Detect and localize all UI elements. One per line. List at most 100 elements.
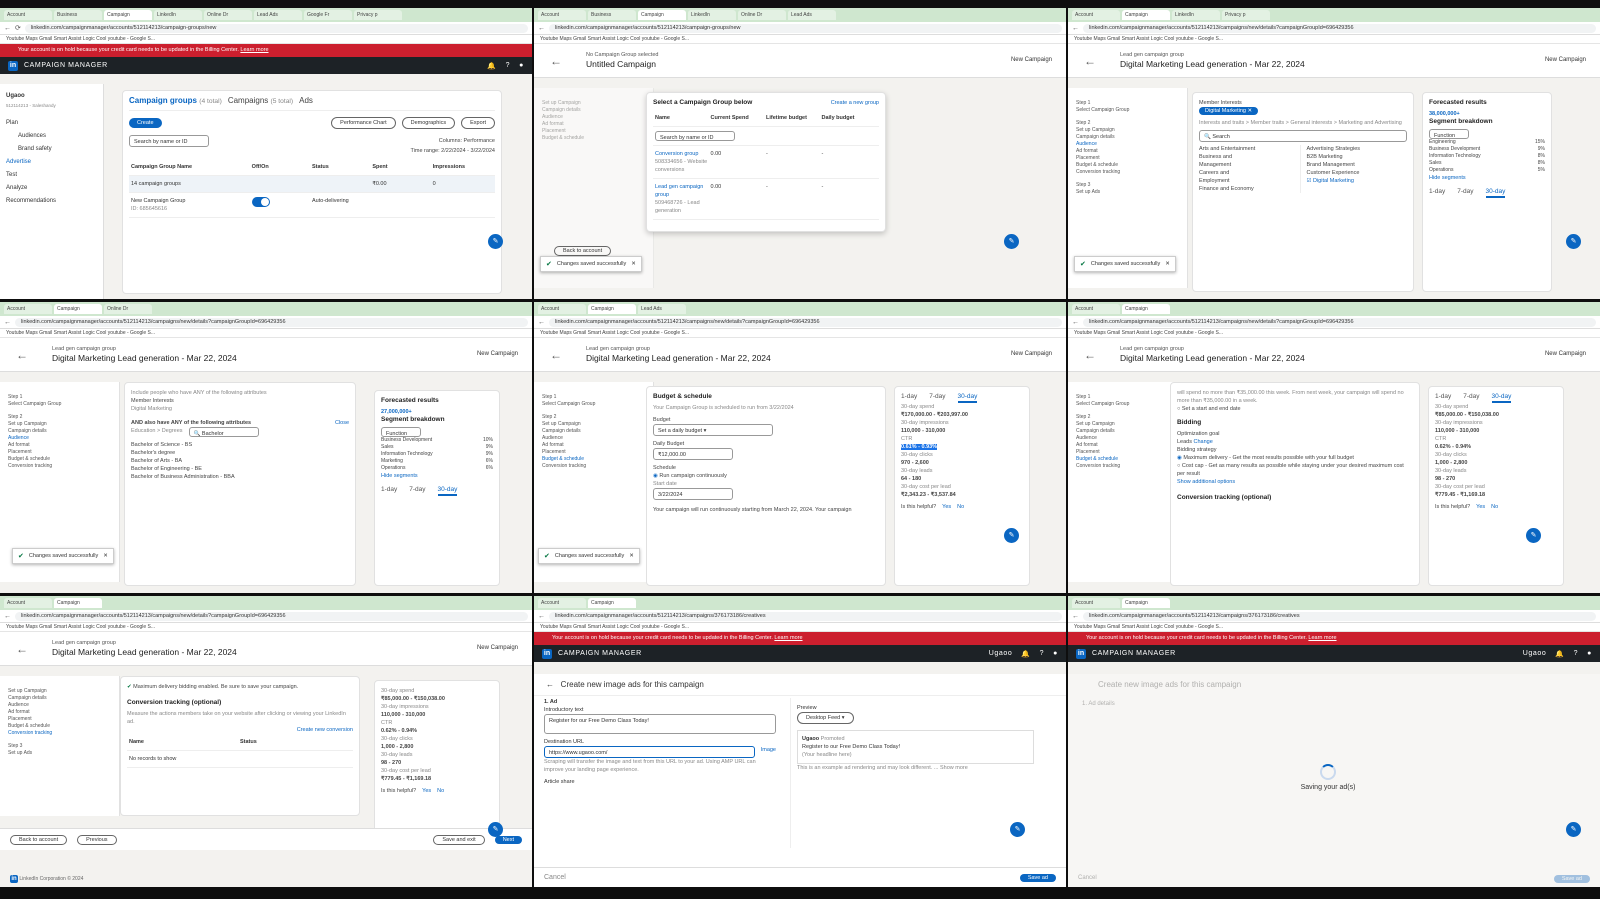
help-icon[interactable]: ?	[506, 62, 511, 70]
step-item[interactable]: Audience	[542, 114, 645, 121]
reload-icon[interactable]: ⟳	[15, 24, 21, 32]
hide-segments-link[interactable]: Hide segments	[381, 472, 493, 480]
performance-chart-button[interactable]: Performance Chart	[331, 117, 396, 129]
col-header[interactable]: Off/On	[252, 163, 312, 171]
step-item[interactable]: Placement	[8, 716, 111, 723]
alert-link[interactable]: Learn more	[240, 47, 268, 53]
table-row[interactable]: New Campaign Group ID: 685645616 Auto-del…	[129, 193, 495, 218]
browser-tab-active[interactable]: Campaign	[54, 598, 102, 608]
breadcrumb[interactable]: Education > Degrees	[131, 427, 183, 437]
back-arrow-icon[interactable]: ←	[538, 613, 545, 620]
max-delivery-radio[interactable]: ◉ Maximum delivery - Get the most result…	[1177, 454, 1413, 462]
step-item-active[interactable]: Audience	[8, 435, 111, 442]
col-header[interactable]: Daily budget	[822, 114, 878, 122]
attribute-option[interactable]: Business and	[1199, 153, 1300, 161]
step-item[interactable]: Conversion tracking	[1076, 169, 1179, 176]
step-item-active[interactable]: Audience	[1076, 141, 1179, 148]
back-arrow-icon[interactable]: ←	[1072, 613, 1079, 620]
article-share[interactable]: Article share	[544, 778, 776, 786]
browser-tab[interactable]: Account	[1072, 10, 1120, 20]
step-item[interactable]: Budget & schedule	[1076, 162, 1179, 169]
save-ad-button[interactable]: Save ad	[1019, 873, 1056, 882]
back-to-account-button[interactable]: Back to account	[10, 834, 68, 845]
help-icon[interactable]: ?	[1040, 650, 1045, 658]
back-arrow-icon[interactable]: ←	[16, 642, 28, 656]
assistant-button[interactable]: ✎	[1526, 528, 1541, 543]
back-arrow-icon[interactable]: ←	[1072, 319, 1079, 326]
step-item[interactable]: Budget & schedule	[8, 456, 111, 463]
step-item[interactable]: Ad format	[1076, 148, 1179, 155]
step-item[interactable]: Campaign details	[8, 428, 111, 435]
back-arrow-icon[interactable]: ←	[546, 680, 554, 689]
tab-30day[interactable]: 30-day	[1491, 393, 1512, 403]
tab-7day[interactable]: 7-day	[1463, 393, 1479, 403]
step-label[interactable]: Set up Campaign	[542, 421, 645, 428]
step-item[interactable]: Audience	[1076, 435, 1179, 442]
bookmarks-bar[interactable]: Youtube Maps Gmail Smart Assist Logic Co…	[1068, 329, 1600, 338]
yes-link[interactable]: Yes	[1476, 503, 1485, 511]
attribute-checkbox[interactable]: Brand Management	[1307, 161, 1408, 169]
step-item[interactable]: Conversion tracking	[1076, 463, 1179, 470]
close-icon[interactable]: ✕	[631, 261, 636, 267]
step-item[interactable]: Budget & schedule	[542, 135, 645, 142]
url-field[interactable]: linkedin.com/campaignmanager/accounts/51…	[15, 611, 528, 621]
browser-tab-active[interactable]: Campaign	[638, 10, 686, 20]
browser-tab[interactable]: Business	[588, 10, 636, 20]
browser-tab-active[interactable]: Campaign	[1122, 304, 1170, 314]
tab-7day[interactable]: 7-day	[929, 393, 945, 403]
create-group-link[interactable]: Create a new group	[831, 99, 879, 110]
search-input[interactable]: 🔍 Bachelor	[188, 427, 259, 437]
change-goal-link[interactable]: Change	[1194, 439, 1213, 445]
step-item[interactable]: Placement	[1076, 449, 1179, 456]
no-link[interactable]: No	[957, 503, 964, 511]
destination-url-input[interactable]: https://www.ugaoo.com/	[544, 746, 755, 758]
step-item[interactable]: Conversion tracking	[8, 463, 111, 470]
browser-tab[interactable]: LinkedIn	[1172, 10, 1220, 20]
export-button[interactable]: Export	[461, 117, 495, 129]
alert-link[interactable]: Learn more	[1308, 635, 1336, 641]
search-input[interactable]: Search by name or ID	[655, 131, 735, 141]
back-arrow-icon[interactable]: ←	[4, 613, 11, 620]
bookmarks-bar[interactable]: Youtube Maps Gmail Smart Assist Logic Co…	[1068, 623, 1600, 632]
url-field[interactable]: linkedin.com/campaignmanager/accounts/51…	[15, 317, 528, 327]
url-field[interactable]: linkedin.com/campaignmanager/accounts/51…	[549, 23, 1062, 33]
attribute-option[interactable]: Careers and	[1199, 169, 1300, 177]
back-arrow-icon[interactable]: ←	[1084, 348, 1096, 362]
assistant-button[interactable]: ✎	[488, 822, 503, 837]
step-label[interactable]: Set up Campaign	[8, 688, 111, 695]
back-arrow-icon[interactable]: ←	[538, 319, 545, 326]
step-label[interactable]: Select Campaign Group	[8, 401, 111, 408]
browser-tab[interactable]: Account	[1072, 304, 1120, 314]
back-arrow-icon[interactable]: ←	[4, 319, 11, 326]
tab-7day[interactable]: 7-day	[1457, 188, 1473, 198]
browser-tab[interactable]: LinkedIn	[154, 10, 202, 20]
sidebar-item-test[interactable]: Test	[6, 169, 97, 182]
browser-tab[interactable]: Account	[4, 304, 52, 314]
step-item[interactable]: Placement	[542, 449, 645, 456]
browser-tab[interactable]: Account	[538, 10, 586, 20]
back-arrow-icon[interactable]: ←	[550, 348, 562, 362]
assistant-button[interactable]: ✎	[1004, 234, 1019, 249]
step-item[interactable]: Audience	[542, 435, 645, 442]
browser-tab[interactable]: Lead Ads	[638, 304, 686, 314]
bookmarks-bar[interactable]: Youtube Maps Gmail Smart Assist Logic Co…	[534, 623, 1066, 632]
step-item-active[interactable]: Conversion tracking	[8, 730, 111, 737]
alert-link[interactable]: Learn more	[774, 635, 802, 641]
save-exit-button[interactable]: Save and exit	[433, 834, 485, 845]
browser-tab[interactable]: Online Dr	[738, 10, 786, 20]
step-item[interactable]: Placement	[8, 449, 111, 456]
step-item-active[interactable]: Budget & schedule	[1076, 456, 1179, 463]
step-item[interactable]: Budget & schedule	[8, 723, 111, 730]
step-label[interactable]: Set up Campaign	[542, 100, 645, 107]
browser-tab[interactable]: LinkedIn	[688, 10, 736, 20]
table-row[interactable]: Conversion group 508334656 - Website conv…	[653, 146, 879, 179]
step-label[interactable]: Set up Ads	[1076, 189, 1179, 196]
preview-note[interactable]: This is an example ad rendering and may …	[797, 764, 1034, 772]
browser-tab[interactable]: Business	[54, 10, 102, 20]
create-button[interactable]: Create	[129, 118, 162, 128]
interest-chip[interactable]: Digital Marketing ✕	[1199, 107, 1259, 115]
close-icon[interactable]: ✕	[629, 553, 634, 559]
show-options-link[interactable]: Show additional options	[1177, 478, 1413, 486]
step-item[interactable]: Ad format	[1076, 442, 1179, 449]
col-header[interactable]: Spent	[372, 163, 432, 171]
